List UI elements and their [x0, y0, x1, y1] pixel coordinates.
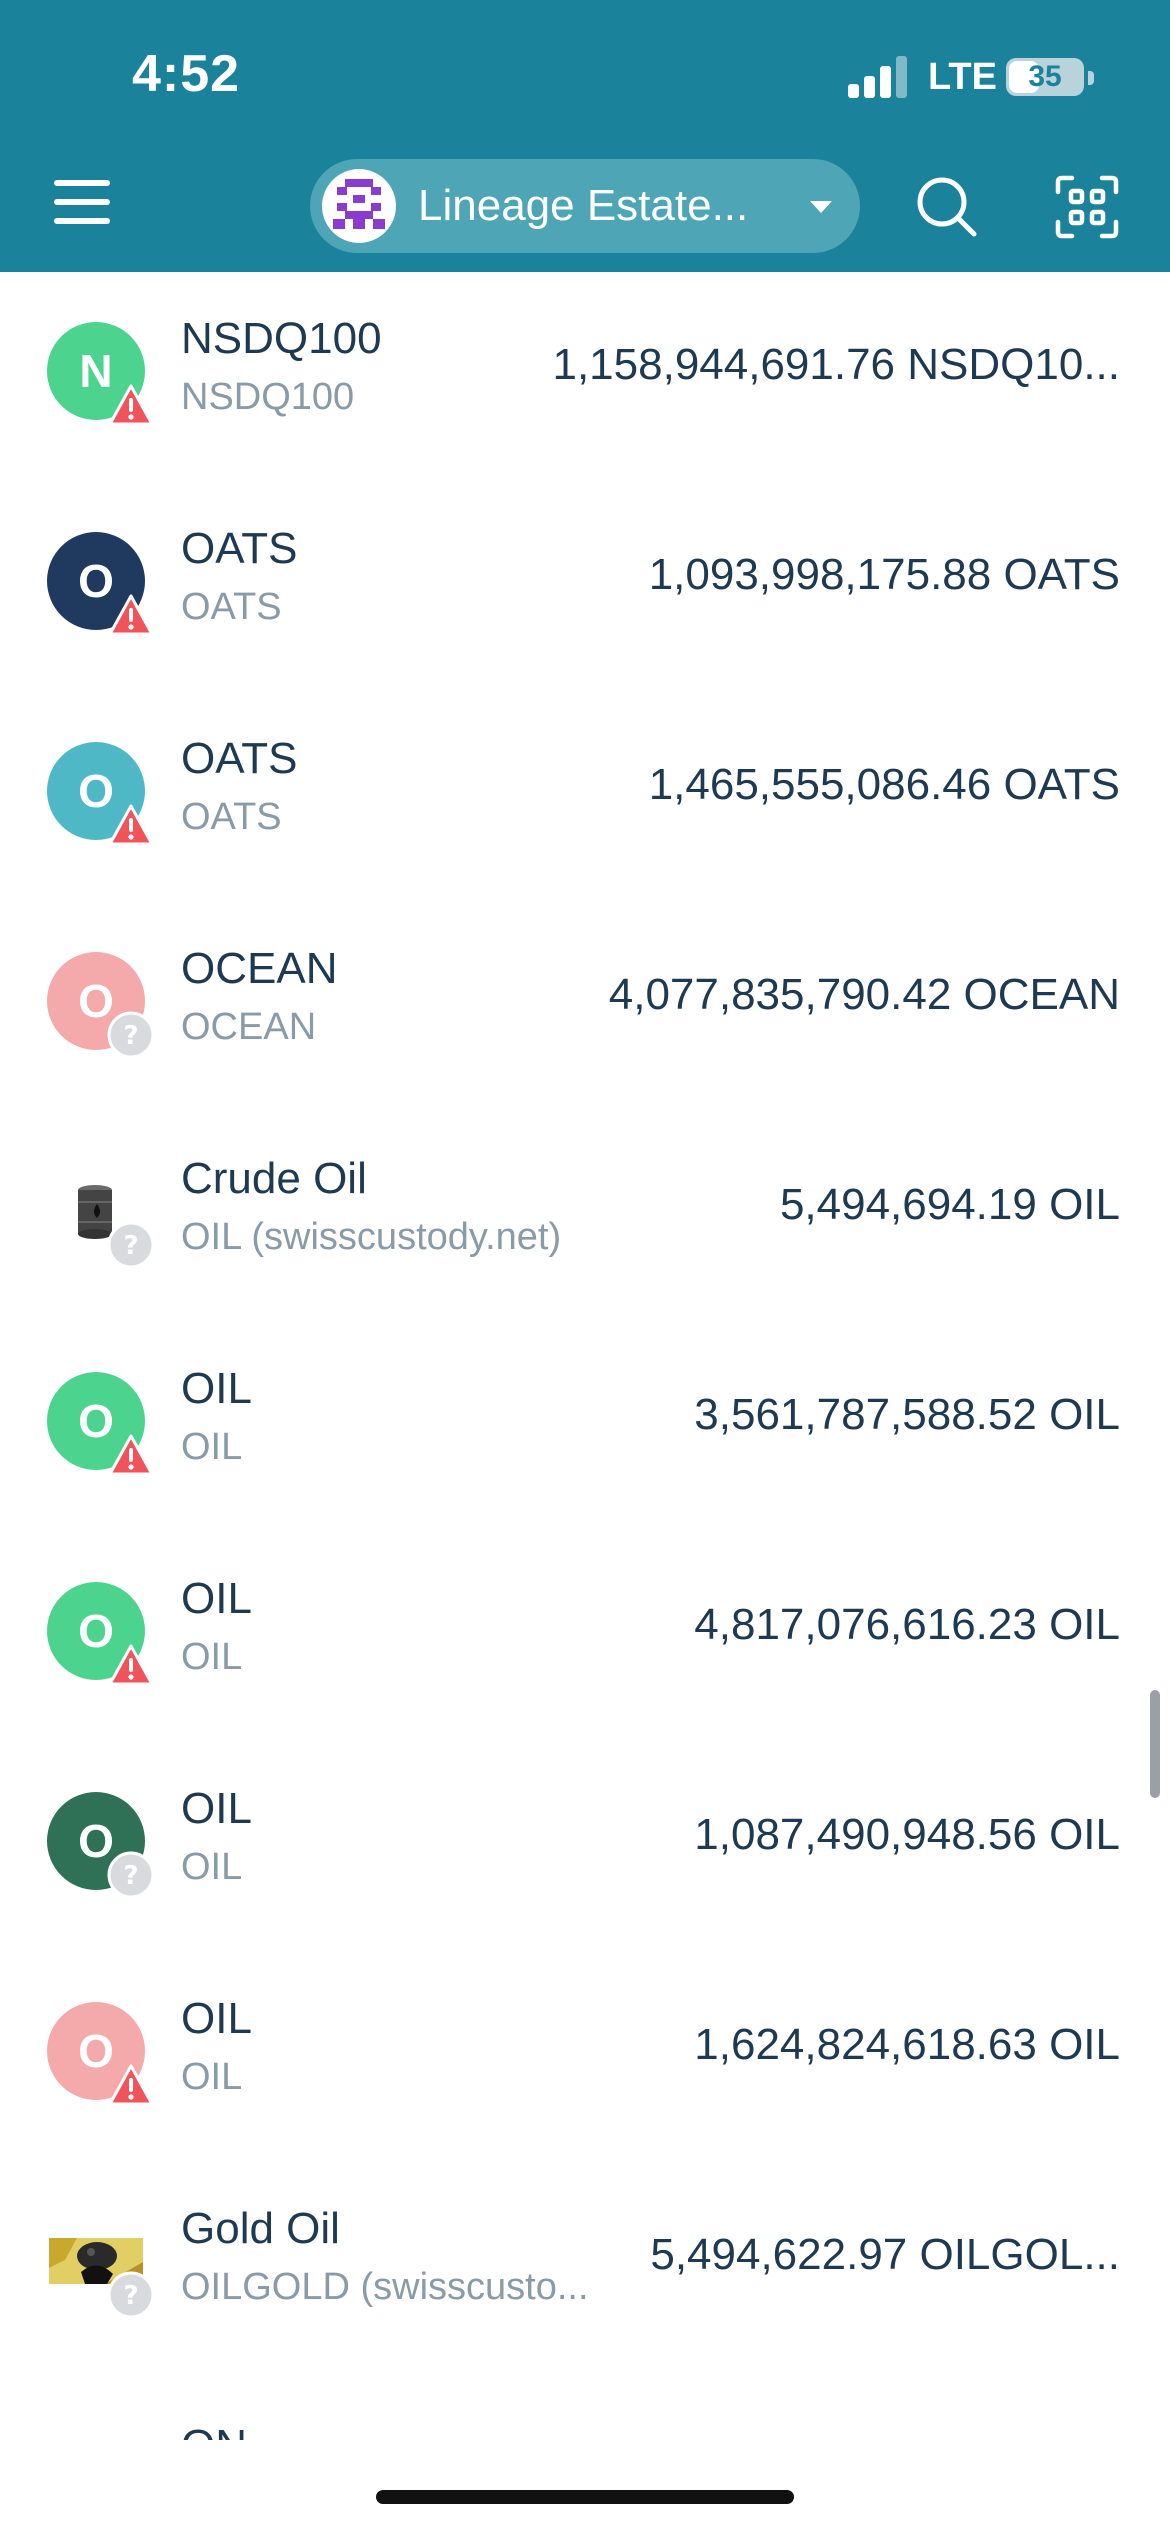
token-name: OIL	[181, 1784, 252, 1833]
token-name: OIL	[181, 1574, 252, 1623]
token-balance: 1,158,944,691.76 NSDQ10...	[552, 340, 1120, 389]
search-icon[interactable]	[912, 172, 982, 242]
svg-text:?: ?	[123, 1861, 138, 1891]
scrollbar[interactable]	[1150, 1690, 1160, 1798]
token-symbol: OILGOLD (swisscusto...	[181, 2266, 589, 2308]
token-balance: 1,465,555,086.46 OATS	[648, 760, 1120, 809]
next-token-name-partial: ON	[181, 2416, 261, 2440]
token-row[interactable]: O ? OCEAN OCEAN 4,077,835,790.42 OCEAN	[0, 902, 1170, 1112]
network-type: LTE	[928, 56, 997, 98]
status-time: 4:52	[132, 45, 241, 103]
token-name: OATS	[181, 734, 298, 783]
token-balance: 1,624,824,618.63 OIL	[694, 2020, 1120, 2069]
token-balance: 4,817,076,616.23 OIL	[694, 1600, 1120, 1649]
warning-icon	[106, 590, 156, 640]
token-name: Crude Oil	[181, 1154, 367, 1203]
token-row[interactable]: ? Crude Oil OIL (swisscustody.net) 5,494…	[0, 1112, 1170, 1322]
token-name: Gold Oil	[181, 2204, 340, 2253]
hamburger-menu-icon[interactable]	[54, 176, 114, 228]
token-symbol: OIL	[181, 1636, 243, 1678]
unknown-question-icon: ?	[106, 1220, 156, 1270]
token-name: OATS	[181, 524, 298, 573]
token-row[interactable]: O OIL OIL 1,624,824,618.63 OIL	[0, 1952, 1170, 2162]
token-balance: 3,561,787,588.52 OIL	[694, 1390, 1120, 1439]
token-balance: 5,494,694.19 OIL	[779, 1180, 1120, 1229]
chevron-down-icon	[810, 201, 832, 213]
warning-icon	[106, 2060, 156, 2110]
token-symbol: OIL	[181, 1426, 243, 1468]
token-row[interactable]: ? Gold Oil OILGOLD (swisscusto... 5,494,…	[0, 2162, 1170, 2372]
home-indicator[interactable]	[376, 2490, 794, 2504]
warning-icon	[106, 1640, 156, 1690]
warning-icon	[106, 1430, 156, 1480]
token-balance: 5,494,622.97 OILGOL...	[650, 2230, 1120, 2279]
token-name: NSDQ100	[181, 314, 382, 363]
token-symbol: OCEAN	[181, 1006, 317, 1048]
token-symbol: OIL (swisscustody.net)	[181, 1216, 562, 1258]
token-symbol: OATS	[181, 586, 282, 628]
token-row[interactable]: O ? OIL OIL 1,087,490,948.56 OIL	[0, 1742, 1170, 1952]
token-symbol: OIL	[181, 2056, 243, 2098]
token-name: OIL	[181, 1994, 252, 2043]
battery-icon: 35	[1006, 58, 1084, 96]
svg-text:?: ?	[123, 2281, 138, 2311]
account-selector-button[interactable]: Lineage Estate...	[310, 159, 860, 253]
token-row[interactable]: O OIL OIL 3,561,787,588.52 OIL	[0, 1322, 1170, 1532]
token-symbol: OATS	[181, 796, 282, 838]
warning-icon	[106, 380, 156, 430]
qr-scan-icon[interactable]	[1052, 172, 1122, 242]
token-row[interactable]: O OATS OATS 1,093,998,175.88 OATS	[0, 482, 1170, 692]
token-symbol: OIL	[181, 1846, 243, 1888]
token-balance: 1,093,998,175.88 OATS	[648, 550, 1120, 599]
unknown-question-icon: ?	[106, 2270, 156, 2320]
token-row[interactable]: O OATS OATS 1,465,555,086.46 OATS	[0, 692, 1170, 902]
account-name: Lineage Estate...	[418, 181, 749, 230]
svg-text:?: ?	[123, 1231, 138, 1261]
token-balance: 1,087,490,948.56 OIL	[694, 1810, 1120, 1859]
token-row[interactable]: N NSDQ100 NSDQ100 1,158,944,691.76 NSDQ1…	[0, 272, 1170, 482]
unknown-question-icon: ?	[106, 1850, 156, 1900]
token-row[interactable]: O OIL OIL 4,817,076,616.23 OIL	[0, 1532, 1170, 1742]
account-avatar	[322, 169, 396, 243]
top-navigation-bar: 4:52 LTE 35 Lineage Estate...	[0, 0, 1170, 272]
unknown-question-icon: ?	[106, 1010, 156, 1060]
token-symbol: NSDQ100	[181, 376, 355, 418]
battery-level: 35	[1028, 60, 1062, 93]
warning-icon	[106, 800, 156, 850]
token-balance: 4,077,835,790.42 OCEAN	[608, 970, 1120, 1019]
token-name: OCEAN	[181, 944, 338, 993]
svg-text:?: ?	[123, 1021, 138, 1051]
token-name: OIL	[181, 1364, 252, 1413]
cellular-signal-icon	[848, 52, 918, 98]
